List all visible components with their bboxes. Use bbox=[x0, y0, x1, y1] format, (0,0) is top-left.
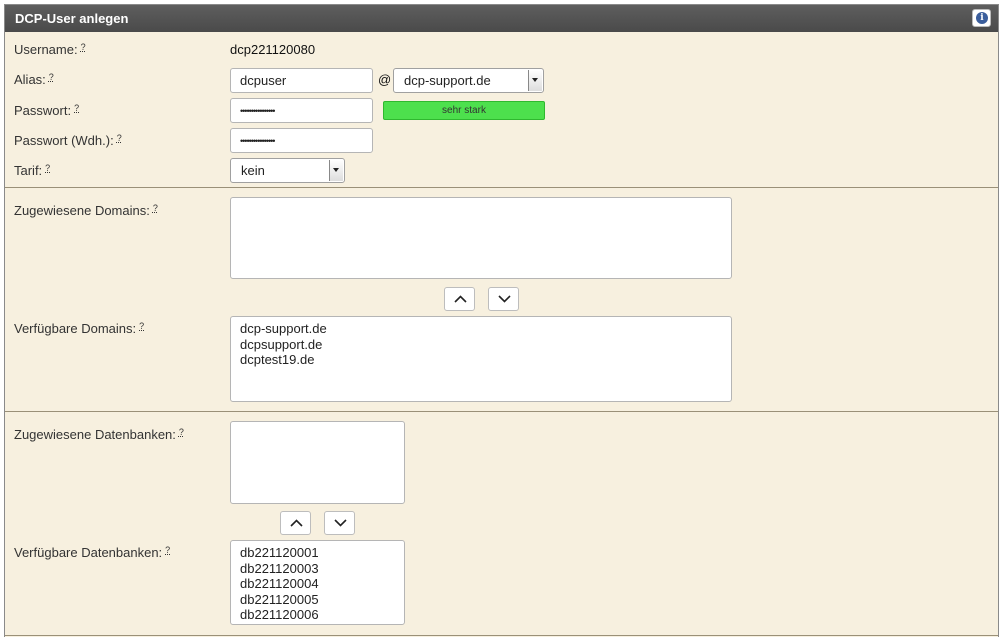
username-value: dcp221120080 bbox=[230, 42, 316, 57]
help-icon[interactable]: ? bbox=[153, 203, 158, 213]
assigned-domains-list[interactable] bbox=[230, 197, 732, 279]
list-item[interactable]: db221120004 bbox=[231, 576, 404, 592]
assigned-databases-label: Zugewiesene Datenbanken:? bbox=[14, 427, 184, 442]
list-item[interactable]: db221120007 bbox=[231, 623, 404, 625]
chevron-down-icon bbox=[528, 70, 542, 91]
password-repeat-input[interactable] bbox=[230, 128, 373, 153]
tarif-selected: kein bbox=[241, 163, 265, 178]
help-icon[interactable]: ? bbox=[49, 72, 54, 82]
alias-label: Alias:? bbox=[14, 72, 54, 87]
panel-header: DCP-User anlegen i bbox=[5, 5, 998, 32]
username-label-text: Username: bbox=[14, 42, 78, 57]
password-strength-meter: sehr stark bbox=[383, 101, 545, 120]
tarif-label: Tarif:? bbox=[14, 163, 50, 178]
help-icon[interactable]: ? bbox=[81, 42, 86, 52]
alias-domain-selected: dcp-support.de bbox=[404, 73, 491, 88]
list-item[interactable]: db221120003 bbox=[231, 561, 404, 577]
password-repeat-label-text: Passwort (Wdh.): bbox=[14, 133, 114, 148]
assigned-databases-list[interactable] bbox=[230, 421, 405, 504]
section-divider bbox=[5, 187, 998, 188]
help-icon[interactable]: ? bbox=[117, 133, 122, 143]
help-icon[interactable]: ? bbox=[139, 321, 144, 331]
move-database-up-button[interactable] bbox=[280, 511, 311, 535]
alias-input[interactable] bbox=[230, 68, 373, 93]
available-databases-label: Verfügbare Datenbanken:? bbox=[14, 545, 170, 560]
list-item[interactable]: dcpsupport.de bbox=[231, 337, 731, 353]
help-icon[interactable]: ? bbox=[165, 545, 170, 555]
list-item[interactable]: db221120005 bbox=[231, 592, 404, 608]
help-icon[interactable]: ? bbox=[74, 103, 79, 113]
available-domains-options: dcp-support.de dcpsupport.de dcptest19.de bbox=[231, 317, 731, 368]
chevron-up-icon bbox=[290, 519, 303, 527]
list-item[interactable]: dcp-support.de bbox=[231, 321, 731, 337]
dcp-user-panel: DCP-User anlegen i Username:? dcp2211200… bbox=[4, 4, 999, 637]
move-domain-down-button[interactable] bbox=[488, 287, 519, 311]
at-sign: @ bbox=[378, 72, 392, 87]
move-domain-up-button[interactable] bbox=[444, 287, 475, 311]
tarif-label-text: Tarif: bbox=[14, 163, 43, 178]
list-item[interactable]: db221120006 bbox=[231, 607, 404, 623]
available-domains-label: Verfügbare Domains:? bbox=[14, 321, 144, 336]
alias-domain-select[interactable]: dcp-support.de bbox=[393, 68, 544, 93]
help-icon[interactable]: ? bbox=[45, 163, 50, 173]
assigned-databases-label-text: Zugewiesene Datenbanken: bbox=[14, 427, 176, 442]
available-domains-list[interactable]: dcp-support.de dcpsupport.de dcptest19.de bbox=[230, 316, 732, 402]
chevron-down-icon bbox=[334, 519, 347, 527]
chevron-up-icon bbox=[454, 295, 467, 303]
assigned-domains-label: Zugewiesene Domains:? bbox=[14, 203, 158, 218]
list-item[interactable]: dcptest19.de bbox=[231, 352, 731, 368]
available-databases-label-text: Verfügbare Datenbanken: bbox=[14, 545, 163, 560]
chevron-down-icon bbox=[329, 160, 343, 181]
help-icon[interactable]: ? bbox=[179, 427, 184, 437]
info-button[interactable]: i bbox=[972, 9, 991, 27]
info-icon: i bbox=[976, 12, 988, 24]
assigned-databases-options bbox=[231, 422, 404, 426]
alias-label-text: Alias: bbox=[14, 72, 46, 87]
tarif-select[interactable]: kein bbox=[230, 158, 345, 183]
password-label: Passwort:? bbox=[14, 103, 79, 118]
available-databases-options: db221120001 db221120003 db221120004 db22112… bbox=[231, 541, 404, 625]
assigned-domains-options bbox=[231, 198, 731, 202]
password-input[interactable] bbox=[230, 98, 373, 123]
chevron-down-icon bbox=[498, 295, 511, 303]
available-databases-list[interactable]: db221120001 db221120003 db221120004 db22112… bbox=[230, 540, 405, 625]
list-item[interactable]: db221120001 bbox=[231, 545, 404, 561]
assigned-domains-label-text: Zugewiesene Domains: bbox=[14, 203, 150, 218]
password-label-text: Passwort: bbox=[14, 103, 72, 118]
move-database-down-button[interactable] bbox=[324, 511, 355, 535]
panel-title: DCP-User anlegen bbox=[15, 11, 129, 26]
username-label: Username:? bbox=[14, 42, 86, 57]
available-domains-label-text: Verfügbare Domains: bbox=[14, 321, 137, 336]
password-repeat-label: Passwort (Wdh.):? bbox=[14, 133, 122, 148]
section-divider bbox=[5, 411, 998, 412]
section-divider bbox=[5, 635, 998, 636]
